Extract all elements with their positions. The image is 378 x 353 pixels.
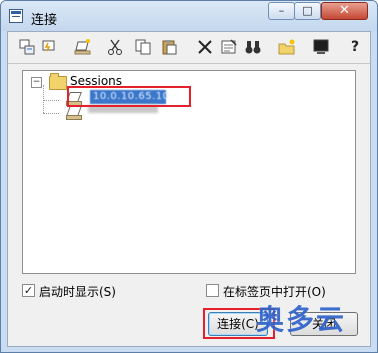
tree-connector <box>43 113 59 114</box>
minimize-button[interactable]: – <box>268 2 295 20</box>
watermark: 奥多云 <box>256 303 347 336</box>
show-on-startup-label[interactable]: 启动时显示(S) <box>39 283 116 300</box>
open-in-tab-checkbox[interactable] <box>206 284 219 297</box>
quick-connect-icon[interactable] <box>38 36 60 58</box>
help-icon[interactable]: ? <box>344 36 366 58</box>
desktop-icon[interactable] <box>310 36 332 58</box>
show-on-startup-checkbox[interactable]: ✓ <box>22 284 35 297</box>
session-tree[interactable]: − Sessions 10.0.10.65.10 <box>22 70 356 274</box>
folder-icon <box>49 73 67 90</box>
window-title: 连接 <box>31 13 58 28</box>
properties-icon[interactable] <box>218 36 240 58</box>
cut-icon[interactable] <box>104 36 126 58</box>
session-icon <box>66 105 82 120</box>
collapse-icon[interactable]: − <box>31 77 42 88</box>
title-bar[interactable]: 连接 – □ ✕ <box>1 1 377 31</box>
connect-icon[interactable] <box>16 36 38 58</box>
toolbar: ? <box>8 32 370 62</box>
new-session-icon[interactable] <box>72 36 94 58</box>
find-icon[interactable] <box>242 36 264 58</box>
tree-connector <box>43 85 45 113</box>
copy-icon[interactable] <box>132 36 154 58</box>
maximize-button[interactable]: □ <box>294 2 321 20</box>
highlight-box <box>67 86 191 107</box>
tree-connector <box>43 100 59 101</box>
toolbar-separator <box>8 63 370 64</box>
close-window-button[interactable]: ✕ <box>321 2 368 20</box>
connect-dialog: 连接 – □ ✕ ? − Sessions 10.0.10.65.10 ✓ 启动… <box>0 0 378 353</box>
app-icon <box>9 9 23 23</box>
delete-icon[interactable] <box>194 36 216 58</box>
new-folder-icon[interactable] <box>276 36 298 58</box>
paste-icon[interactable] <box>158 36 180 58</box>
